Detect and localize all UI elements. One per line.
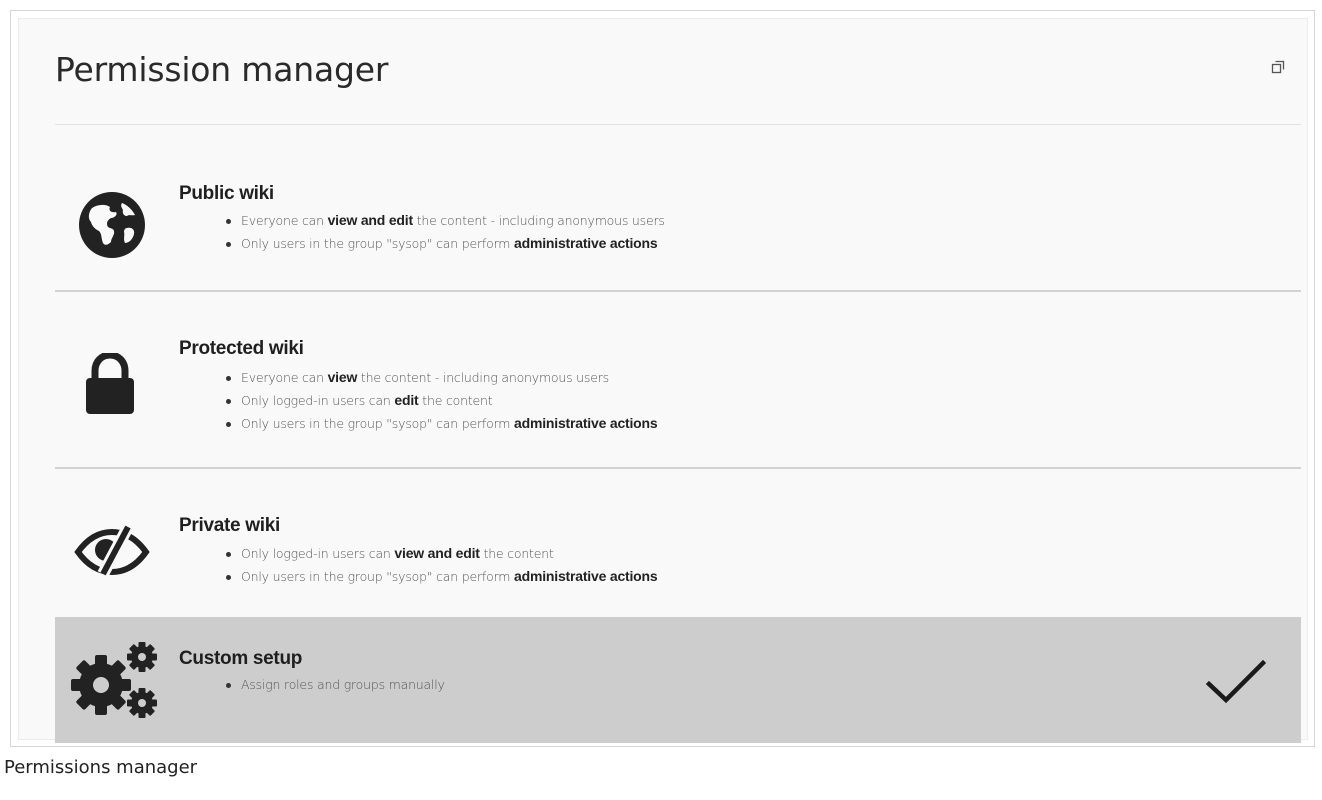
permission-manager-panel: Permission manager Public wiki Everyone … <box>18 18 1308 743</box>
bullet-item: Everyone can view and edit the content -… <box>214 209 665 232</box>
option-bullets: Assign roles and groups manually <box>214 673 445 696</box>
option-bullets: Everyone can view and edit the content -… <box>214 209 665 255</box>
bullet-item: Only users in the group "sysop" can perf… <box>214 565 658 588</box>
figure-caption: Permissions manager <box>4 757 198 778</box>
bullet-item: Only logged-in users can edit the conten… <box>214 389 657 412</box>
page-title: Permission manager <box>55 50 389 89</box>
figure-frame: Permission manager Public wiki Everyone … <box>10 10 1315 747</box>
bullet-item: Only users in the group "sysop" can perf… <box>214 232 665 255</box>
option-title: Protected wiki <box>179 338 304 359</box>
option-title: Custom setup <box>179 648 303 669</box>
option-public-wiki[interactable]: Public wiki Everyone can view and edit t… <box>55 125 1301 292</box>
expand-icon[interactable] <box>1271 60 1285 74</box>
checkmark-icon <box>1206 660 1266 704</box>
option-title: Public wiki <box>179 183 274 204</box>
option-protected-wiki[interactable]: Protected wiki Everyone can view the con… <box>55 293 1301 469</box>
bullet-item: Everyone can view the content - includin… <box>214 366 657 389</box>
option-private-wiki[interactable]: Private wiki Only logged-in users can vi… <box>55 470 1301 617</box>
lock-icon <box>86 353 134 414</box>
option-bullets: Everyone can view the content - includin… <box>214 366 658 435</box>
bullet-item: Assign roles and groups manually <box>214 673 445 696</box>
eye-slash-icon <box>74 525 150 577</box>
bullet-item: Only logged-in users can view and edit t… <box>214 542 657 565</box>
option-title: Private wiki <box>179 515 280 536</box>
gears-icon <box>71 642 157 718</box>
option-bullets: Only logged-in users can view and edit t… <box>214 542 658 588</box>
bullet-item: Only users in the group "sysop" can perf… <box>214 412 658 435</box>
option-custom-setup[interactable]: Custom setup Assign roles and groups man… <box>55 617 1301 743</box>
globe-icon <box>79 192 145 258</box>
